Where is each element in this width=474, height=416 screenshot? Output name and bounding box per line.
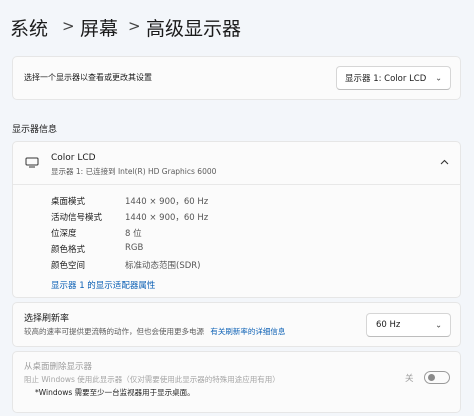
breadcrumb-item-system[interactable]: 系统: [10, 14, 48, 41]
breadcrumb-item-advanced-display: 高级显示器: [146, 18, 242, 40]
info-row-key: 颜色格式: [51, 245, 86, 255]
chevron-up-icon[interactable]: [440, 159, 449, 165]
display-subtitle: 显示器 1: 已连接到 Intel(R) HD Graphics 6000: [51, 167, 217, 176]
refresh-rate-description-line: 较高的速率可提供更流畅的动作，但也会使用更多电源 有关刷新率的详细信息: [24, 326, 285, 337]
breadcrumb-chevron-icon: >: [128, 17, 141, 35]
display-info-header[interactable]: Color LCD 显示器 1: 已连接到 Intel(R) HD Graphi…: [13, 142, 460, 185]
info-row-value: 8 位: [125, 229, 142, 239]
info-row-value: 标准动态范围(SDR): [125, 261, 201, 271]
info-row-bit-depth: 位深度 8 位: [51, 227, 142, 239]
display-name: Color LCD: [51, 153, 96, 163]
info-row-color-format: 颜色格式 RGB: [51, 243, 143, 255]
remove-display-card: 从桌面删除显示器 阻止 Windows 使用此显示器（仅对需要使用此显示器的特殊…: [12, 351, 461, 413]
refresh-rate-title: 选择刷新率: [24, 314, 70, 324]
refresh-rate-value: 60 Hz: [376, 320, 401, 330]
monitor-icon: [25, 157, 39, 168]
info-row-key: 颜色空间: [51, 261, 86, 271]
display-info-card: Color LCD 显示器 1: 已连接到 Intel(R) HD Graphi…: [12, 141, 461, 298]
remove-display-toggle-label: 关: [405, 374, 414, 384]
info-row-key: 活动信号模式: [51, 213, 103, 223]
remove-display-description: 阻止 Windows 使用此显示器（仅对需要使用此显示器的特殊用途应用有用）: [24, 375, 280, 384]
info-row-active-signal-mode: 活动信号模式 1440 × 900，60 Hz: [51, 211, 208, 223]
info-row-value: RGB: [125, 243, 144, 253]
refresh-rate-dropdown[interactable]: 60 Hz ⌄: [366, 313, 451, 337]
select-display-card: 选择一个显示器以查看或更改其设置 显示器 1: Color LCD ⌄: [12, 56, 461, 100]
display-select-value: 显示器 1: Color LCD: [345, 74, 427, 84]
info-row-desktop-mode: 桌面模式 1440 × 900，60 Hz: [51, 195, 208, 207]
refresh-rate-card: 选择刷新率 较高的速率可提供更流畅的动作，但也会使用更多电源 有关刷新率的详细信…: [12, 302, 461, 347]
remove-display-title: 从桌面删除显示器: [24, 362, 93, 372]
select-display-label: 选择一个显示器以查看或更改其设置: [24, 73, 152, 82]
toggle-knob: [428, 374, 435, 381]
info-row-value: 1440 × 900，60 Hz: [125, 197, 209, 207]
chevron-down-icon: ⌄: [435, 320, 442, 330]
info-row-color-space: 颜色空间 标准动态范围(SDR): [51, 259, 200, 271]
breadcrumb-item-display[interactable]: 屏幕: [80, 14, 118, 41]
remove-display-note: *Windows 需要至少一台监视器用于显示桌面。: [35, 388, 195, 397]
refresh-rate-info-link[interactable]: 有关刷新率的详细信息: [210, 327, 285, 336]
info-row-key: 桌面模式: [51, 197, 86, 207]
display-adapter-properties-link[interactable]: 显示器 1 的显示适配器属性: [51, 279, 155, 291]
refresh-rate-description: 较高的速率可提供更流畅的动作，但也会使用更多电源: [24, 327, 204, 336]
breadcrumb-chevron-icon: >: [62, 17, 75, 35]
info-row-key: 位深度: [51, 229, 77, 239]
display-select-dropdown[interactable]: 显示器 1: Color LCD ⌄: [336, 66, 451, 90]
remove-display-toggle[interactable]: [424, 371, 450, 384]
info-row-value: 1440 × 900，60 Hz: [125, 213, 209, 223]
display-info-section-title: 显示器信息: [12, 125, 58, 135]
chevron-down-icon: ⌄: [435, 73, 442, 83]
